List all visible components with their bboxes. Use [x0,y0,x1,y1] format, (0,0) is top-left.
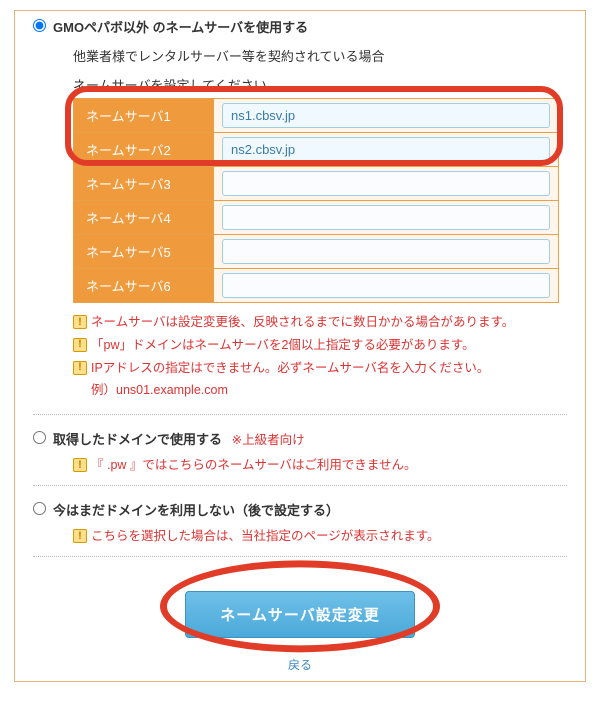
warning-icon: ! [73,361,87,375]
warning-row: ! 「pw」ドメインはネームサーバを2個以上指定する必要があります。 [15,334,585,357]
warning-icon: ! [73,529,87,543]
divider [33,485,567,486]
option-later-title: 今はまだドメインを利用しない（後で設定する） [53,503,339,518]
ns-label-3: ネームサーバ3 [74,167,214,201]
option-other-nameserver-title: GMOペパボ以外 のネームサーバを使用する [53,20,308,35]
warning-row: ! ネームサーバは設定変更後、反映されるまでに数日かかる場合があります。 [15,311,585,334]
option-other-nameserver-desc: 他業者様でレンタルサーバー等を契約されている場合 [15,42,585,69]
warning-text-1: ネームサーバは設定変更後、反映されるまでに数日かかる場合があります。 [91,313,559,332]
table-row: ネームサーバ4 [74,201,559,235]
ns-input-6[interactable] [222,273,550,298]
warning-row: ! こちらを選択した場合は、当社指定のページが表示されます。 [15,525,585,548]
ns-input-3[interactable] [222,171,550,196]
ns-label-6: ネームサーバ6 [74,269,214,303]
divider [33,556,567,557]
option-later-radio[interactable] [33,502,46,515]
option-own-domain-row: 取得したドメインで使用する ※上級者向け [15,423,585,454]
ns-input-2[interactable] [222,137,550,162]
option-later-row: 今はまだドメインを利用しない（後で設定する） [15,494,585,525]
warning-row: ! IPアドレスの指定はできません。必ずネームサーバ名を入力ください。 [15,357,585,380]
warning-row: ! 『 .pw 』ではこちらのネームサーバはご利用できません。 [15,454,585,477]
warning-icon: ! [73,315,87,329]
ns-label-1: ネームサーバ1 [74,99,214,133]
submit-wrap: ネームサーバ設定変更 [15,565,585,656]
example-text: 例）uns01.example.com [15,379,585,406]
divider [33,414,567,415]
table-row: ネームサーバ5 [74,235,559,269]
nameserver-table: ネームサーバ1 ネームサーバ2 ネームサーバ3 ネームサーバ4 ネームサーバ5 … [73,98,559,303]
submit-nameserver-button[interactable]: ネームサーバ設定変更 [185,591,414,638]
ns-label-2: ネームサーバ2 [74,133,214,167]
warning-text-2: 「pw」ドメインはネームサーバを2個以上指定する必要があります。 [91,336,559,355]
ns-input-5[interactable] [222,239,550,264]
warning-icon: ! [73,338,87,352]
nameserver-table-wrap: ネームサーバ1 ネームサーバ2 ネームサーバ3 ネームサーバ4 ネームサーバ5 … [73,98,559,303]
ns-input-1[interactable] [222,103,550,128]
option-other-nameserver-radio[interactable] [33,19,46,32]
back-link-wrap: 戻る [15,656,585,681]
nameserver-settings-panel: GMOペパボ以外 のネームサーバを使用する 他業者様でレンタルサーバー等を契約さ… [14,10,586,682]
back-link[interactable]: 戻る [288,658,312,672]
table-row: ネームサーバ3 [74,167,559,201]
table-row: ネームサーバ2 [74,133,559,167]
table-row: ネームサーバ1 [74,99,559,133]
nameserver-instruction: ネームサーバを設定してください [15,69,585,98]
option-own-domain-title: 取得したドメインで使用する [53,432,222,447]
option-own-domain-note: ※上級者向け [232,433,305,447]
ns-label-4: ネームサーバ4 [74,201,214,235]
option-own-domain-radio[interactable] [33,431,46,444]
option-other-nameserver-row: GMOペパボ以外 のネームサーバを使用する [15,11,585,42]
table-row: ネームサーバ6 [74,269,559,303]
warning-icon: ! [73,458,87,472]
option3-warning-text: こちらを選択した場合は、当社指定のページが表示されます。 [91,527,559,546]
ns-label-5: ネームサーバ5 [74,235,214,269]
warning-text-3: IPアドレスの指定はできません。必ずネームサーバ名を入力ください。 [91,359,559,378]
option2-warning-text: 『 .pw 』ではこちらのネームサーバはご利用できません。 [91,456,559,475]
ns-input-4[interactable] [222,205,550,230]
